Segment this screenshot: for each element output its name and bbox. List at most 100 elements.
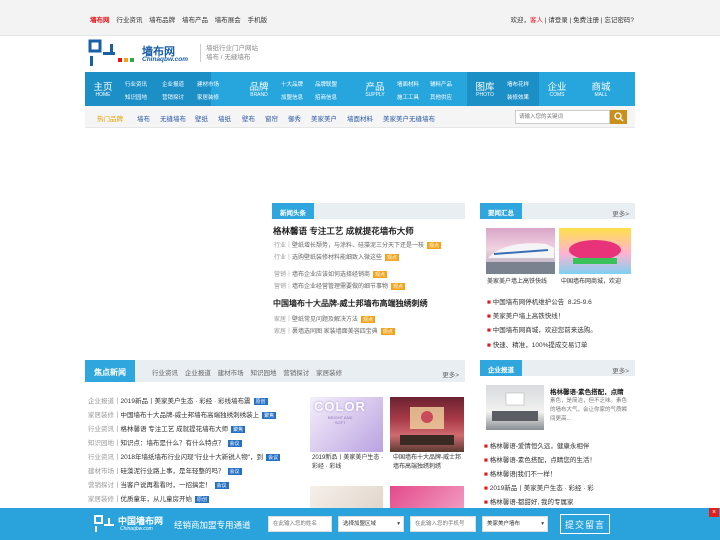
news-row[interactable]: 行业资讯｜格林馨语 专注工艺 成就提花墙布大师 聚焦 <box>88 423 246 433</box>
hot-brand-link[interactable]: 壁布 <box>242 113 255 123</box>
nav-brand[interactable]: 品牌 BRAND 十大品牌 品牌联盟 加盟信息 招商信息 <box>241 72 341 106</box>
nav-brand-item[interactable]: 品牌联盟 <box>315 80 337 88</box>
nav-home-item[interactable]: 行业资讯 <box>125 80 147 88</box>
nav-supply[interactable]: 产品 SUPPLY 墙面材料 辅料产品 施工工具 其他供应 <box>357 72 457 106</box>
headline-row[interactable]: 营销｜墙布企业应该如何选择经销商 观点 <box>274 269 388 278</box>
nav-home-item[interactable]: 营销探讨 <box>162 93 184 101</box>
nav-supply-item[interactable]: 施工工具 <box>397 93 419 101</box>
brand-select[interactable]: 美家美户墙布 ▾ <box>482 516 548 532</box>
tab-marketing[interactable]: 营销探讨 <box>283 370 309 377</box>
tab-industry-news[interactable]: 行业资讯 <box>152 370 178 377</box>
nav-photo[interactable]: 图库 PHOTO 墙布花样 装修效果 <box>467 72 539 106</box>
focus-news-tab[interactable]: 焦点新闻 <box>85 360 135 382</box>
hot-brand-link[interactable]: 美家美户无缝墙布 <box>383 113 435 123</box>
train-image[interactable] <box>486 228 555 274</box>
top-link-products[interactable]: 墙布产品 <box>182 17 208 24</box>
roundup-caption[interactable]: 中国墙布网商城，欢迎 <box>561 278 621 287</box>
roundup-item[interactable]: ■ 中国墙布网停机维护公告 8.25-9.6 <box>487 296 592 306</box>
nav-supply-item[interactable]: 辅料产品 <box>430 80 452 88</box>
embroidered-wall-image[interactable] <box>390 397 464 452</box>
site-logo[interactable]: 墙布网 Chinaqbw.com 墙纸行业门户网站 墙布 / 无缝墙布 <box>88 38 288 70</box>
nav-supply-item[interactable]: 墙面材料 <box>397 80 419 88</box>
enterprise-item[interactable]: ■ 格林馨语|我们不一样！ <box>484 468 556 478</box>
nav-coms[interactable]: 企业 COMS <box>539 72 575 106</box>
top-link-news[interactable]: 行业资讯 <box>116 17 142 24</box>
fabric-image[interactable] <box>310 486 383 508</box>
headline-title[interactable]: 格林馨语 专注工艺 成就提花墙布大师 <box>273 225 414 237</box>
nav-brand-item[interactable]: 加盟信息 <box>281 93 303 101</box>
news-row[interactable]: 行业资讯｜2018年墙纸墙布行业闪现"行业十大新锐人物"，到 会议 <box>88 451 281 461</box>
news-row[interactable]: 企业报道｜2019新品丨美家美户生态 · 彩经 · 彩线墙布震 原创 <box>88 395 268 405</box>
tab-building-market[interactable]: 建材市场 <box>218 370 244 377</box>
enterprise-more-link[interactable]: 更多> <box>612 365 629 375</box>
top-link-home[interactable]: 墙布网 <box>90 17 110 24</box>
tab-knowledge[interactable]: 知识园地 <box>250 370 276 377</box>
top-link-brands[interactable]: 墙布品牌 <box>149 17 175 24</box>
hot-brand-link[interactable]: 窗帘 <box>265 113 278 123</box>
tab-home-decor[interactable]: 家居装修 <box>316 370 342 377</box>
hot-brand-link[interactable]: 御秀 <box>288 113 301 123</box>
top-link-expo[interactable]: 墙布展会 <box>215 17 241 24</box>
living-room-image[interactable] <box>486 385 544 430</box>
tab-company-reports[interactable]: 企业报道 <box>185 370 211 377</box>
roundup-tab[interactable]: 要闻汇总 <box>480 203 522 219</box>
roundup-item[interactable]: ■ 快速、精准，100%提成交易订单 <box>487 339 587 349</box>
nav-photo-item[interactable]: 墙布花样 <box>507 80 529 88</box>
nav-mall[interactable]: 商城 MALL <box>583 72 619 106</box>
enterprise-item[interactable]: ■ 格林馨语-素色搭配，点睛您的生活！ <box>484 454 596 464</box>
news-row[interactable]: 知识园地｜知识点：墙布是什么？有什么特点？ 会议 <box>88 437 242 447</box>
register-link[interactable]: 免费注册 <box>573 17 599 24</box>
news-row[interactable]: 家居装修｜中国墙布十大品牌-威士邦墙布高端独绣刺绣装上 聚焦 <box>88 409 277 419</box>
enterprise-item[interactable]: ■ 格林馨语-都甜好, 我的专属家 <box>484 496 574 506</box>
color-wallcovering-image[interactable]: COLOR BRIGHT AND SOFT <box>310 397 383 452</box>
hot-brand-link[interactable]: 无缝墙布 <box>160 113 186 123</box>
news-row[interactable]: 建材市场｜硅藻泥行业路上事，是年轻整的吗？ 会议 <box>88 465 242 475</box>
news-row[interactable]: 营销探讨｜当客户说再看看时，一招搞定！ 会议 <box>88 479 229 489</box>
submit-button[interactable]: 提交留言 <box>560 514 610 534</box>
close-icon[interactable]: × <box>709 508 719 517</box>
enterprise-tab[interactable]: 企业报道 <box>480 360 522 376</box>
hot-brand-link[interactable]: 美家美户 <box>311 113 337 123</box>
pink-room-image[interactable] <box>390 486 464 508</box>
news-row[interactable]: 家居装修｜优质童年，从儿童房开始 原创 <box>88 493 210 503</box>
region-select[interactable]: 选择加盟区域 ▾ <box>338 516 404 532</box>
nav-supply-item[interactable]: 其他供应 <box>430 93 452 101</box>
name-input[interactable] <box>268 516 332 532</box>
headline-row[interactable]: 家居｜壁纸常见问题及解决方法 观点 <box>274 314 376 323</box>
headline-title-2[interactable]: 中国墙布十大品牌-威士邦墙布高端独绣刺绣 <box>273 298 428 309</box>
nav-home-item[interactable]: 家居装修 <box>197 93 219 101</box>
login-link[interactable]: | 请登录 | <box>545 17 572 24</box>
mall-promo-image[interactable] <box>559 228 631 274</box>
forgot-password-link[interactable]: | 忘记密码? <box>601 17 634 24</box>
nav-home-item[interactable]: 建材市场 <box>197 80 219 88</box>
nav-home-item[interactable]: 企业报道 <box>162 80 184 88</box>
enterprise-item[interactable]: ■ 格林馨语-爱情恒久远，健康永相伴 <box>484 440 589 450</box>
focus-news-more-link[interactable]: 更多> <box>442 369 459 379</box>
top-link-mobile[interactable]: 手机版 <box>248 17 268 24</box>
hot-brand-link[interactable]: 墙纸 <box>218 113 231 123</box>
hot-brand-link[interactable]: 墙布 <box>137 113 150 123</box>
headline-row[interactable]: 营销｜墙布企业经营管理需要做的细节事物 观点 <box>274 281 406 290</box>
headline-tab[interactable]: 新闻头条 <box>272 203 314 219</box>
headline-row[interactable]: 家居｜裹墙选同图 家装墙面美容四宝典 观点 <box>274 326 395 335</box>
nav-home[interactable]: 主页 HOME 行业资讯 企业报道 建材市场 知识园地 营销探讨 家居装修 <box>85 72 219 106</box>
nav-brand-item[interactable]: 招商信息 <box>315 93 337 101</box>
roundup-item[interactable]: ■ 中国墙布网商城，欢迎您前来选购。 <box>487 324 597 334</box>
nav-home-item[interactable]: 知识园地 <box>125 93 147 101</box>
hot-brand-link[interactable]: 壁纸 <box>195 113 208 123</box>
headline-row[interactable]: 行业｜选购壁纸装修材料能细致入微这些 观点 <box>274 252 400 261</box>
nav-photo-item[interactable]: 装修效果 <box>507 93 529 101</box>
roundup-more-link[interactable]: 更多> <box>612 208 629 218</box>
thumb-caption[interactable]: 中国墙布十大品牌-威士邦墙布高端独绣刺绣 <box>393 454 465 472</box>
thumb-caption[interactable]: 2019新品丨美家美户生态 · 彩经 · 彩线 <box>312 454 384 472</box>
hot-brand-link[interactable]: 墙面材料 <box>347 113 373 123</box>
feature-title[interactable]: 格林馨语-素色搭配，点睛 <box>550 386 624 396</box>
roundup-caption[interactable]: 美家美户墙上高铁快线 <box>487 278 547 287</box>
phone-input[interactable] <box>410 516 476 532</box>
search-input[interactable] <box>515 110 610 124</box>
roundup-item[interactable]: ■ 美家美户墙上高铁快线！ <box>487 310 564 320</box>
search-button[interactable] <box>610 110 627 124</box>
enterprise-item[interactable]: ■ 2019新品丨美家美户生态 · 彩经 · 彩 <box>484 482 594 492</box>
headline-row[interactable]: 行业｜壁纸增长颓势，与涂料、硅藻泥三分天下还是一枝 观点 <box>274 240 442 249</box>
nav-brand-item[interactable]: 十大品牌 <box>281 80 303 88</box>
